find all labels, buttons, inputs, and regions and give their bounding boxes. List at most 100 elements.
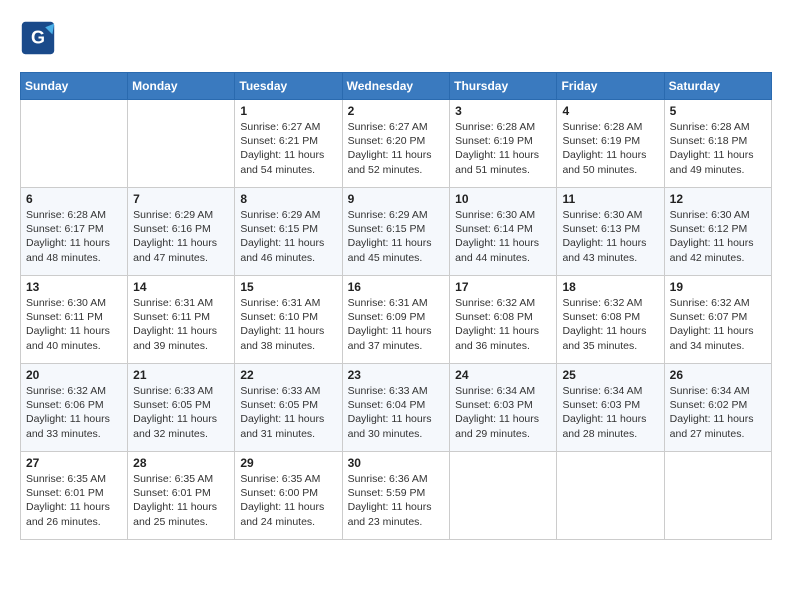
day-detail: Sunrise: 6:33 AM Sunset: 6:05 PM Dayligh… [133, 384, 229, 441]
day-number: 25 [562, 368, 658, 382]
day-detail: Sunrise: 6:28 AM Sunset: 6:19 PM Dayligh… [562, 120, 658, 177]
day-number: 1 [240, 104, 336, 118]
calendar-cell: 17 Sunrise: 6:32 AM Sunset: 6:08 PM Dayli… [450, 276, 557, 364]
col-header-thursday: Thursday [450, 73, 557, 100]
calendar-cell [21, 100, 128, 188]
day-number: 8 [240, 192, 336, 206]
calendar-cell: 10Sunrise: 6:30 AM Sunset: 6:14 PM Dayli… [450, 188, 557, 276]
logo: G [20, 20, 60, 56]
day-number: 11 [562, 192, 658, 206]
day-number: 4 [562, 104, 658, 118]
day-detail: Sunrise: 6:27 AM Sunset: 6:20 PM Dayligh… [348, 120, 445, 177]
calendar-cell: 19 Sunrise: 6:32 AM Sunset: 6:07 PM Dayli… [664, 276, 771, 364]
day-detail: Sunrise: 6:34 AM Sunset: 6:03 PM Dayligh… [562, 384, 658, 441]
day-detail: Sunrise: 6:31 AM Sunset: 6:10 PM Dayligh… [240, 296, 336, 353]
day-detail: Sunrise: 6:32 AM Sunset: 6:08 PM Dayligh… [562, 296, 658, 353]
day-detail: Sunrise: 6:32 AM Sunset: 6:06 PM Dayligh… [26, 384, 122, 441]
calendar-cell [128, 100, 235, 188]
calendar-cell: 13 Sunrise: 6:30 AM Sunset: 6:11 PM Dayli… [21, 276, 128, 364]
day-detail: Sunrise: 6:28 AM Sunset: 6:19 PM Dayligh… [455, 120, 551, 177]
calendar-cell [450, 452, 557, 540]
calendar-cell: 14 Sunrise: 6:31 AM Sunset: 6:11 PM Dayli… [128, 276, 235, 364]
day-number: 10 [455, 192, 551, 206]
day-detail: Sunrise: 6:35 AM Sunset: 6:01 PM Dayligh… [133, 472, 229, 529]
day-detail: Sunrise: 6:28 AM Sunset: 6:17 PM Dayligh… [26, 208, 122, 265]
col-header-saturday: Saturday [664, 73, 771, 100]
day-number: 12 [670, 192, 766, 206]
col-header-monday: Monday [128, 73, 235, 100]
day-number: 7 [133, 192, 229, 206]
calendar-cell: 30Sunrise: 6:36 AM Sunset: 5:59 PM Dayli… [342, 452, 450, 540]
day-detail: Sunrise: 6:29 AM Sunset: 6:15 PM Dayligh… [348, 208, 445, 265]
day-detail: Sunrise: 6:34 AM Sunset: 6:03 PM Dayligh… [455, 384, 551, 441]
day-detail: Sunrise: 6:28 AM Sunset: 6:18 PM Dayligh… [670, 120, 766, 177]
day-number: 28 [133, 456, 229, 470]
calendar-cell: 12 Sunrise: 6:30 AM Sunset: 6:12 PM Dayli… [664, 188, 771, 276]
day-detail: Sunrise: 6:32 AM Sunset: 6:08 PM Dayligh… [455, 296, 551, 353]
day-detail: Sunrise: 6:30 AM Sunset: 6:11 PM Dayligh… [26, 296, 122, 353]
day-number: 13 [26, 280, 122, 294]
calendar-cell: 3 Sunrise: 6:28 AM Sunset: 6:19 PM Daylig… [450, 100, 557, 188]
calendar-cell: 5 Sunrise: 6:28 AM Sunset: 6:18 PM Daylig… [664, 100, 771, 188]
day-number: 23 [348, 368, 445, 382]
calendar-cell: 1 Sunrise: 6:27 AM Sunset: 6:21 PM Daylig… [235, 100, 342, 188]
calendar-week-4: 20 Sunrise: 6:32 AM Sunset: 6:06 PM Dayli… [21, 364, 772, 452]
calendar-week-3: 13 Sunrise: 6:30 AM Sunset: 6:11 PM Dayli… [21, 276, 772, 364]
calendar-cell: 27 Sunrise: 6:35 AM Sunset: 6:01 PM Dayli… [21, 452, 128, 540]
day-number: 2 [348, 104, 445, 118]
col-header-wednesday: Wednesday [342, 73, 450, 100]
calendar-week-1: 1 Sunrise: 6:27 AM Sunset: 6:21 PM Daylig… [21, 100, 772, 188]
calendar-cell [664, 452, 771, 540]
day-number: 15 [240, 280, 336, 294]
day-detail: Sunrise: 6:29 AM Sunset: 6:15 PM Dayligh… [240, 208, 336, 265]
day-detail: Sunrise: 6:30 AM Sunset: 6:12 PM Dayligh… [670, 208, 766, 265]
day-number: 19 [670, 280, 766, 294]
day-detail: Sunrise: 6:35 AM Sunset: 6:01 PM Dayligh… [26, 472, 122, 529]
day-detail: Sunrise: 6:32 AM Sunset: 6:07 PM Dayligh… [670, 296, 766, 353]
calendar-cell [557, 452, 664, 540]
calendar-cell: 6 Sunrise: 6:28 AM Sunset: 6:17 PM Daylig… [21, 188, 128, 276]
day-detail: Sunrise: 6:35 AM Sunset: 6:00 PM Dayligh… [240, 472, 336, 529]
calendar-cell: 20 Sunrise: 6:32 AM Sunset: 6:06 PM Dayli… [21, 364, 128, 452]
day-detail: Sunrise: 6:31 AM Sunset: 6:09 PM Dayligh… [348, 296, 445, 353]
calendar-cell: 29 Sunrise: 6:35 AM Sunset: 6:00 PM Dayli… [235, 452, 342, 540]
day-number: 16 [348, 280, 445, 294]
day-detail: Sunrise: 6:36 AM Sunset: 5:59 PM Dayligh… [348, 472, 445, 529]
day-number: 20 [26, 368, 122, 382]
day-number: 6 [26, 192, 122, 206]
day-detail: Sunrise: 6:27 AM Sunset: 6:21 PM Dayligh… [240, 120, 336, 177]
day-number: 14 [133, 280, 229, 294]
calendar-week-2: 6 Sunrise: 6:28 AM Sunset: 6:17 PM Daylig… [21, 188, 772, 276]
calendar-cell: 11 Sunrise: 6:30 AM Sunset: 6:13 PM Dayli… [557, 188, 664, 276]
day-detail: Sunrise: 6:33 AM Sunset: 6:05 PM Dayligh… [240, 384, 336, 441]
day-number: 26 [670, 368, 766, 382]
day-number: 5 [670, 104, 766, 118]
calendar-cell: 9Sunrise: 6:29 AM Sunset: 6:15 PM Daylig… [342, 188, 450, 276]
col-header-sunday: Sunday [21, 73, 128, 100]
calendar-cell: 21 Sunrise: 6:33 AM Sunset: 6:05 PM Dayli… [128, 364, 235, 452]
calendar-cell: 18 Sunrise: 6:32 AM Sunset: 6:08 PM Dayli… [557, 276, 664, 364]
calendar-cell: 24 Sunrise: 6:34 AM Sunset: 6:03 PM Dayli… [450, 364, 557, 452]
calendar-cell: 25 Sunrise: 6:34 AM Sunset: 6:03 PM Dayli… [557, 364, 664, 452]
day-number: 27 [26, 456, 122, 470]
day-detail: Sunrise: 6:34 AM Sunset: 6:02 PM Dayligh… [670, 384, 766, 441]
day-detail: Sunrise: 6:31 AM Sunset: 6:11 PM Dayligh… [133, 296, 229, 353]
calendar-cell: 28 Sunrise: 6:35 AM Sunset: 6:01 PM Dayli… [128, 452, 235, 540]
day-detail: Sunrise: 6:30 AM Sunset: 6:13 PM Dayligh… [562, 208, 658, 265]
calendar-cell: 26 Sunrise: 6:34 AM Sunset: 6:02 PM Dayli… [664, 364, 771, 452]
day-number: 18 [562, 280, 658, 294]
day-number: 3 [455, 104, 551, 118]
calendar-table: SundayMondayTuesdayWednesdayThursdayFrid… [20, 72, 772, 540]
day-number: 17 [455, 280, 551, 294]
calendar-header-row: SundayMondayTuesdayWednesdayThursdayFrid… [21, 73, 772, 100]
day-number: 29 [240, 456, 336, 470]
day-number: 21 [133, 368, 229, 382]
logo-icon: G [20, 20, 56, 56]
calendar-cell: 15 Sunrise: 6:31 AM Sunset: 6:10 PM Dayli… [235, 276, 342, 364]
calendar-week-5: 27 Sunrise: 6:35 AM Sunset: 6:01 PM Dayli… [21, 452, 772, 540]
calendar-cell: 8 Sunrise: 6:29 AM Sunset: 6:15 PM Daylig… [235, 188, 342, 276]
day-detail: Sunrise: 6:33 AM Sunset: 6:04 PM Dayligh… [348, 384, 445, 441]
day-number: 24 [455, 368, 551, 382]
svg-text:G: G [31, 27, 45, 47]
col-header-tuesday: Tuesday [235, 73, 342, 100]
